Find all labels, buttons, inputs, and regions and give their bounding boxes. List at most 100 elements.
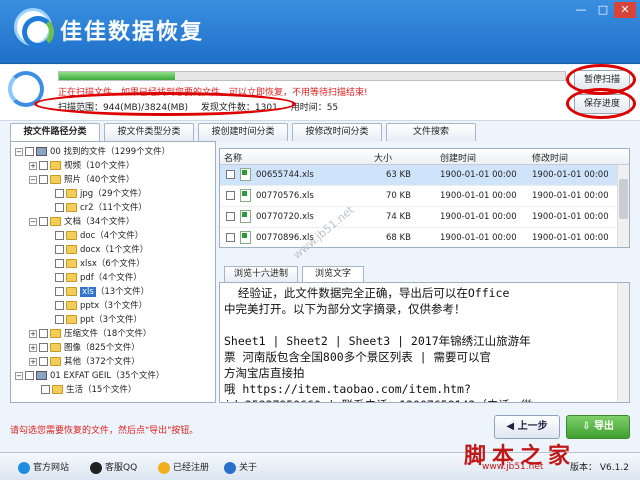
tab-hex-view[interactable]: 浏览十六进制 bbox=[224, 266, 298, 282]
tree-checkbox[interactable] bbox=[55, 203, 64, 212]
file-checkbox[interactable] bbox=[226, 233, 235, 242]
file-row[interactable]: 00770576.xls 70 KB 1900-01-01 00:00 1900-01… bbox=[220, 186, 618, 207]
tree-checkbox[interactable] bbox=[39, 217, 48, 226]
tree-node[interactable]: − 01 EXFAT GEIL（35个文件） bbox=[15, 370, 164, 383]
col-size[interactable]: 大小 bbox=[374, 151, 392, 164]
tree-node[interactable]: − 00 找到的文件（1299个文件） bbox=[15, 146, 170, 159]
tab-by-type[interactable]: 按文件类型分类 bbox=[104, 123, 194, 141]
tree-checkbox[interactable] bbox=[55, 259, 64, 268]
tree-checkbox[interactable] bbox=[39, 329, 48, 338]
tree-node-count: （29个文件） bbox=[93, 189, 147, 199]
tree-checkbox[interactable] bbox=[39, 161, 48, 170]
col-name[interactable]: 名称 bbox=[224, 151, 242, 164]
tree-checkbox[interactable] bbox=[55, 273, 64, 282]
qq-icon bbox=[90, 461, 102, 474]
expand-toggle[interactable]: − bbox=[15, 147, 23, 156]
tree-checkbox[interactable] bbox=[55, 315, 64, 324]
expand-toggle[interactable]: + bbox=[29, 329, 37, 338]
preview-scrollbar[interactable] bbox=[617, 283, 629, 402]
tree-node[interactable]: + 视频（10个文件） bbox=[29, 160, 134, 173]
tree-node-label: 生活 bbox=[66, 385, 84, 395]
tree-checkbox[interactable] bbox=[55, 231, 64, 240]
app-window: 佳佳数据恢复 — □ ✕ 正在扫描文件，如果已经找到您要的文件，可以立即恢复，不… bbox=[0, 0, 640, 480]
tab-by-modified[interactable]: 按修改时间分类 bbox=[292, 123, 382, 141]
tree-node[interactable]: 生活（15个文件） bbox=[29, 384, 136, 397]
tree-node[interactable]: cr2（11个文件） bbox=[43, 202, 147, 215]
expand-toggle[interactable]: + bbox=[29, 357, 37, 366]
tree-checkbox[interactable] bbox=[39, 357, 48, 366]
file-size: 68 KB bbox=[386, 233, 411, 243]
col-modified[interactable]: 修改时间 bbox=[532, 151, 568, 164]
tree-node[interactable]: xlsx（6个文件） bbox=[43, 258, 145, 271]
tree-checkbox[interactable] bbox=[25, 371, 34, 380]
tree-node[interactable]: doc（4个文件） bbox=[43, 230, 143, 243]
tree-node[interactable]: − 照片（40个文件） bbox=[29, 174, 134, 187]
tree-node-count: （18个文件） bbox=[98, 329, 152, 339]
file-row[interactable]: 00770896.xls 68 KB 1900-01-01 00:00 1900-01… bbox=[220, 228, 618, 247]
tree-checkbox[interactable] bbox=[25, 147, 34, 156]
expand-toggle[interactable]: − bbox=[29, 217, 37, 226]
key-icon bbox=[158, 461, 170, 474]
file-checkbox[interactable] bbox=[226, 191, 235, 200]
tab-by-created[interactable]: 按创建时间分类 bbox=[198, 123, 288, 141]
scroll-thumb[interactable] bbox=[619, 179, 628, 219]
expand-toggle[interactable]: + bbox=[29, 161, 37, 170]
tree-node[interactable]: + 图像（825个文件） bbox=[29, 342, 140, 355]
minimize-button[interactable]: — bbox=[570, 2, 592, 18]
support-qq-link[interactable]: 客服QQ bbox=[90, 460, 137, 474]
expand-toggle[interactable]: − bbox=[15, 371, 23, 380]
file-row[interactable]: 00770720.xls 74 KB 1900-01-01 00:00 1900-01… bbox=[220, 207, 618, 228]
tab-by-path[interactable]: 按文件路径分类 bbox=[10, 123, 100, 141]
title-bar: 佳佳数据恢复 — □ ✕ bbox=[0, 0, 640, 64]
folder-icon bbox=[66, 231, 77, 240]
tree-checkbox[interactable] bbox=[39, 343, 48, 352]
tree-node[interactable]: pdf（4个文件） bbox=[43, 272, 142, 285]
tree-node[interactable]: pptx（3个文件） bbox=[43, 300, 147, 313]
excel-file-icon bbox=[240, 168, 251, 181]
file-checkbox[interactable] bbox=[226, 170, 235, 179]
prev-step-button[interactable]: ◀ 上一步 bbox=[494, 415, 560, 439]
tree-node[interactable]: xls （13个文件） bbox=[43, 286, 149, 299]
file-row[interactable]: 00655744.xls 63 KB 1900-01-01 00:00 1900-01… bbox=[220, 165, 618, 186]
tree-node[interactable]: ppt（3个文件） bbox=[43, 314, 142, 327]
tree-node-label: cr2 bbox=[80, 203, 94, 213]
tree-node-label: 00 找到的文件 bbox=[50, 147, 107, 157]
tree-node[interactable]: jpg（29个文件） bbox=[43, 188, 146, 201]
col-created[interactable]: 创建时间 bbox=[440, 151, 476, 164]
tree-node[interactable]: − 文档（34个文件） bbox=[29, 216, 134, 229]
tab-file-search[interactable]: 文件搜索 bbox=[386, 123, 476, 141]
official-site-link[interactable]: 官方网站 bbox=[18, 460, 69, 474]
file-size: 63 KB bbox=[386, 170, 411, 180]
tree-checkbox[interactable] bbox=[41, 385, 50, 394]
about-link[interactable]: 关于 bbox=[224, 460, 257, 474]
folder-icon bbox=[50, 161, 61, 170]
tree-node-label: docx bbox=[80, 245, 101, 255]
tab-text-view[interactable]: 浏览文字 bbox=[302, 266, 364, 282]
highlight-oval-save bbox=[566, 88, 636, 119]
close-button[interactable]: ✕ bbox=[614, 2, 636, 18]
folder-icon bbox=[52, 385, 63, 394]
tree-node[interactable]: + 其他（372个文件） bbox=[29, 356, 140, 369]
tree-checkbox[interactable] bbox=[55, 301, 64, 310]
file-checkbox[interactable] bbox=[226, 212, 235, 221]
tree-checkbox[interactable] bbox=[55, 245, 64, 254]
expand-toggle[interactable]: + bbox=[29, 343, 37, 352]
registered-link[interactable]: 已经注册 bbox=[158, 460, 209, 474]
maximize-button[interactable]: □ bbox=[592, 2, 614, 18]
tree-checkbox[interactable] bbox=[39, 175, 48, 184]
file-name: 00770720.xls bbox=[256, 212, 314, 222]
expand-toggle[interactable]: − bbox=[29, 175, 37, 184]
tree-node[interactable]: + 压缩文件（18个文件） bbox=[29, 328, 151, 341]
file-list-scrollbar[interactable] bbox=[617, 165, 629, 247]
tree-checkbox[interactable] bbox=[55, 189, 64, 198]
tree-node-count: （6个文件） bbox=[96, 259, 145, 269]
preview-line: 经验证，此文件数据完全正确，导出后可以在Office bbox=[224, 286, 510, 300]
tree-checkbox[interactable] bbox=[55, 287, 64, 296]
file-created: 1900-01-01 00:00 bbox=[440, 170, 517, 180]
tree-node[interactable]: docx（1个文件） bbox=[43, 244, 148, 257]
export-button[interactable]: ⇩ 导出 bbox=[566, 415, 630, 439]
export-icon: ⇩ bbox=[582, 421, 594, 432]
preview-line: 哦 https://item.taobao.com/item.htm? bbox=[224, 382, 471, 396]
tree-node-count: （1个文件） bbox=[100, 245, 149, 255]
tree-node-label: 文档 bbox=[64, 217, 82, 227]
